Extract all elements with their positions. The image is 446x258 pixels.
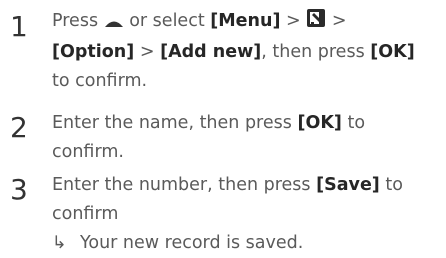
step-number: 2 (10, 111, 28, 144)
instruction-steps: 1 Press or select [Menu] > > [Option] > … (0, 0, 446, 257)
step-text: Enter the number, then press [Save] to c… (52, 175, 403, 224)
result-text: Your new record is saved. (80, 233, 304, 253)
step-text: Enter the name, then press [OK] to confi… (52, 113, 366, 162)
contacts-icon (306, 8, 326, 38)
up-triangle-icon (104, 9, 124, 38)
step-number: 1 (10, 10, 28, 43)
result-arrow-icon: ↳ (52, 233, 67, 253)
step-number: 3 (10, 173, 28, 206)
result-line: ↳ Your new record is saved. (52, 229, 303, 258)
step-text: Press or select [Menu] > > [Option] > [A… (52, 7, 446, 96)
